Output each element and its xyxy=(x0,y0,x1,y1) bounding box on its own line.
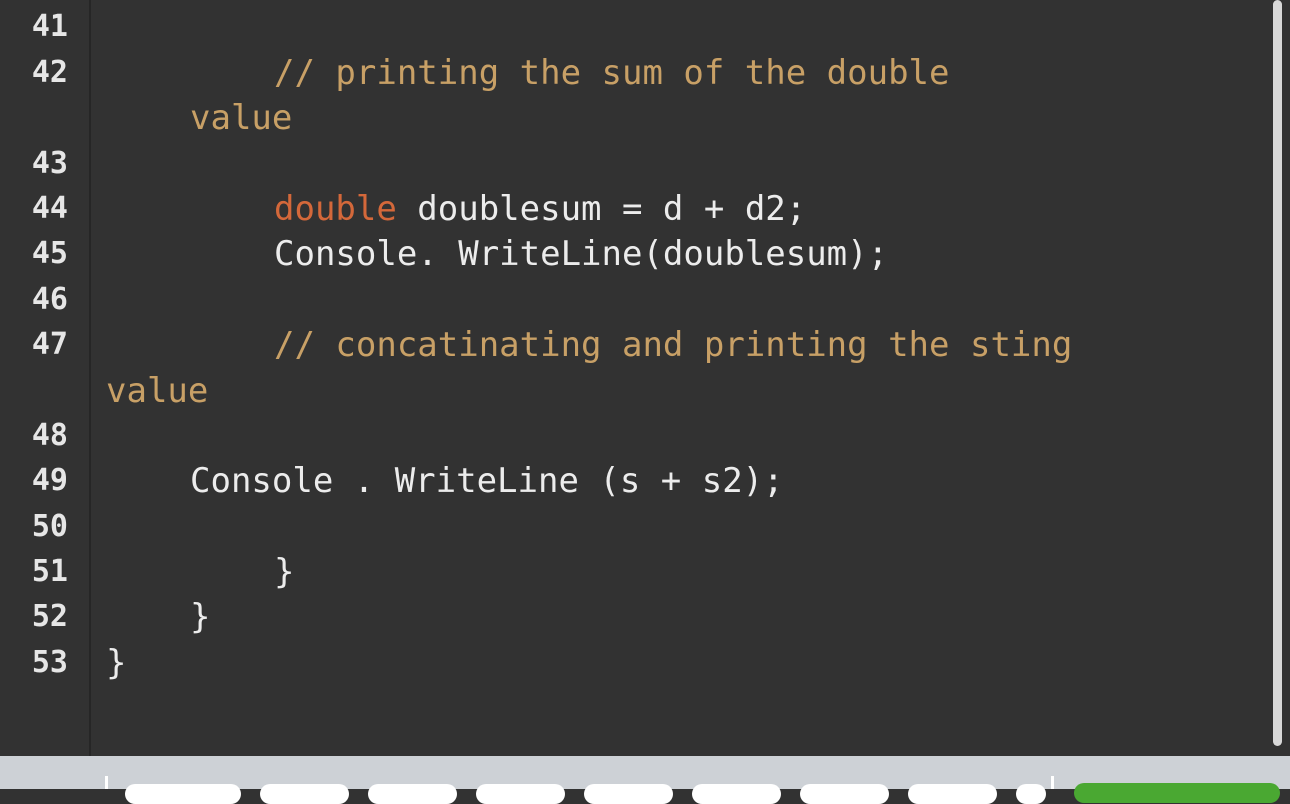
toolbar-key[interactable] xyxy=(125,784,241,804)
code-editor[interactable]: 41 42 43 44 45 46 47 48 49 50 51 52 53 /… xyxy=(0,0,1290,756)
line-number: 52 xyxy=(31,599,68,634)
line-number: 51 xyxy=(31,554,68,589)
toolbar-key[interactable] xyxy=(1016,784,1046,804)
toolbar-key[interactable] xyxy=(800,784,889,804)
line-number: 46 xyxy=(31,282,68,317)
line-number: 41 xyxy=(31,9,68,44)
line-number: 44 xyxy=(31,191,68,226)
code-token: doublesum = d + d2; xyxy=(396,189,807,229)
closing-brace[interactable]: } xyxy=(106,643,126,683)
closing-brace[interactable]: } xyxy=(274,552,294,592)
line-number: 45 xyxy=(31,236,68,271)
toolbar-key[interactable] xyxy=(476,784,565,804)
code-comment[interactable]: // printing the sum of the double xyxy=(274,53,950,93)
toolbar-key[interactable] xyxy=(692,784,781,804)
code-comment[interactable]: // concatinating and printing the sting xyxy=(274,325,1072,365)
line-number: 43 xyxy=(31,146,68,181)
code-line[interactable]: double doublesum = d + d2; xyxy=(274,189,806,229)
keyword-token: double xyxy=(274,189,397,229)
code-comment-wrap[interactable]: value xyxy=(190,98,292,138)
line-number: 49 xyxy=(31,463,68,498)
keyboard-toolbar xyxy=(0,756,1290,804)
vertical-scrollbar[interactable] xyxy=(1268,0,1290,756)
line-number: 50 xyxy=(31,509,68,544)
toolbar-key[interactable] xyxy=(368,784,457,804)
line-number: 53 xyxy=(31,645,68,680)
toolbar-divider xyxy=(1051,776,1054,789)
toolbar-key[interactable] xyxy=(584,784,673,804)
line-number: 42 xyxy=(31,55,68,90)
toolbar-divider xyxy=(105,776,108,789)
scrollbar-thumb[interactable] xyxy=(1273,0,1282,746)
closing-brace[interactable]: } xyxy=(190,597,210,637)
line-number: 48 xyxy=(31,418,68,453)
code-comment-wrap[interactable]: value xyxy=(106,371,208,411)
code-line[interactable]: Console. WriteLine(doublesum); xyxy=(274,234,888,274)
toolbar-key[interactable] xyxy=(260,784,349,804)
line-number: 47 xyxy=(31,327,68,362)
code-line[interactable]: Console . WriteLine (s + s2); xyxy=(190,461,784,501)
line-number-gutter: 41 42 43 44 45 46 47 48 49 50 51 52 53 xyxy=(0,0,91,756)
run-button[interactable] xyxy=(1074,783,1280,803)
toolbar-key[interactable] xyxy=(908,784,997,804)
